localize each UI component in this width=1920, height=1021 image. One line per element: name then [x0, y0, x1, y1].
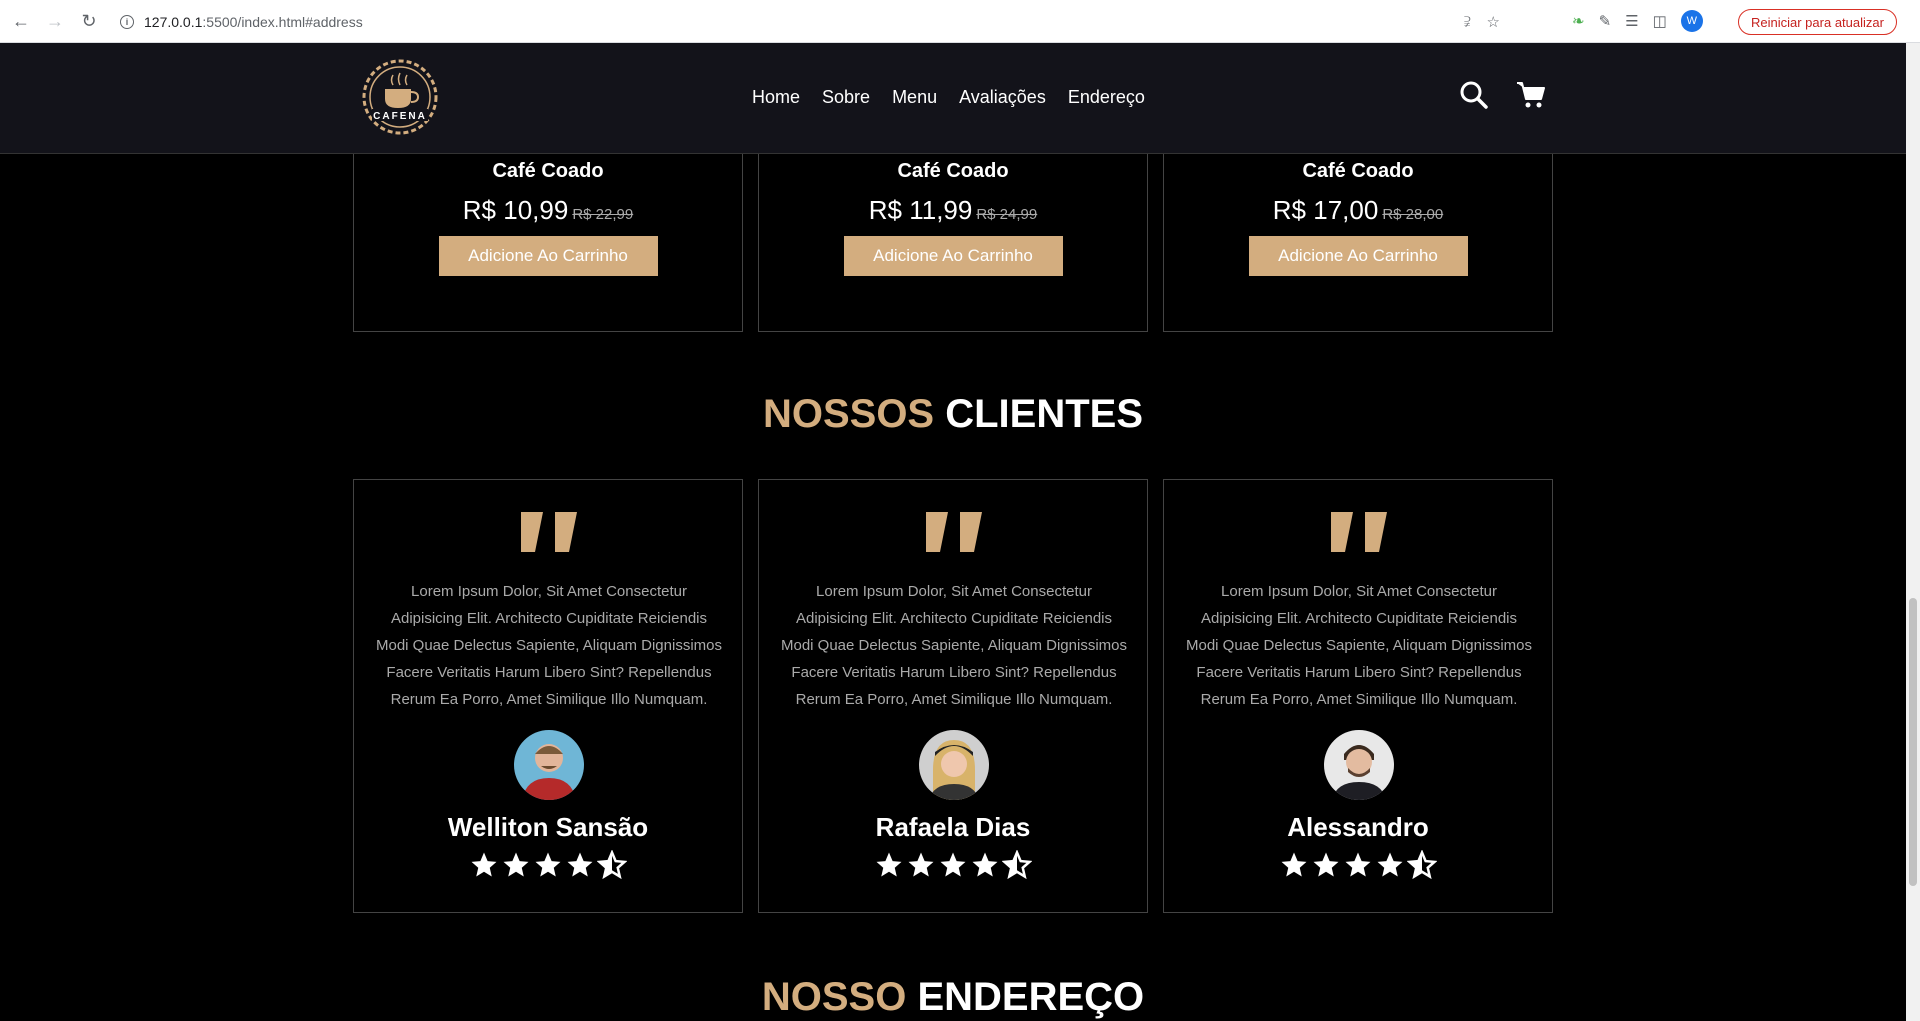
share-icon[interactable]: ⫌	[1464, 13, 1471, 30]
site-info-icon[interactable]: i	[120, 14, 134, 29]
review-card: Lorem Ipsum Dolor, Sit Amet Consectetur …	[758, 479, 1148, 913]
logo-text: CAFENA	[373, 111, 427, 122]
quote-icon	[521, 512, 577, 552]
product-old-price: R$ 24,99	[976, 206, 1038, 223]
url-path: :5500/index.html#address	[202, 13, 363, 30]
product-old-price: R$ 28,00	[1382, 206, 1444, 223]
star-icon	[1313, 852, 1339, 877]
review-text: Lorem Ipsum Dolor, Sit Amet Consectetur …	[375, 583, 722, 708]
product-card: Café Coado R$ 11,99 R$ 24,99 Adicione Ao …	[758, 154, 1148, 332]
star-icon	[535, 852, 561, 877]
address-bar[interactable]: i 127.0.0.1:5500/index.html#address ⫌ ☆	[110, 6, 1510, 37]
product-name: Café Coado	[1302, 160, 1414, 182]
review-text: Lorem Ipsum Dolor, Sit Amet Consectetur …	[1185, 583, 1532, 708]
main-nav: Home Sobre Menu Avaliações Endereço	[752, 87, 1145, 108]
product-price: R$ 11,99	[868, 195, 973, 225]
star-half-icon	[1002, 850, 1032, 880]
client-avatar	[514, 730, 584, 800]
star-icon	[567, 852, 593, 877]
client-name: Welliton Sansão	[447, 812, 649, 842]
star-half-icon	[1407, 850, 1437, 880]
nav-home[interactable]: Home	[752, 87, 800, 108]
back-icon[interactable]: ←	[8, 8, 34, 34]
star-icon	[908, 852, 934, 877]
add-to-cart-button[interactable]: Adicione Ao Carrinho	[438, 236, 658, 276]
nav-endereco[interactable]: Endereço	[1068, 87, 1145, 108]
reviews-title-rest: CLIENTES	[945, 392, 1144, 436]
review-card: Lorem Ipsum Dolor, Sit Amet Consectetur …	[1163, 479, 1553, 913]
star-icon	[940, 852, 966, 877]
quote-icon	[1331, 512, 1387, 552]
star-rating	[1164, 850, 1552, 880]
product-name: Café Coado	[492, 160, 604, 182]
bookmark-star-icon[interactable]: ☆	[1487, 13, 1500, 31]
extension-leaf-icon[interactable]: ❧	[1572, 12, 1585, 30]
review-text: Lorem Ipsum Dolor, Sit Amet Consectetur …	[780, 583, 1127, 708]
product-price: R$ 10,99	[462, 195, 569, 225]
cafena-logo[interactable]: CAFENA	[352, 57, 448, 137]
product-card: Café Coado R$ 10,99 R$ 22,99 Adicione Ao …	[353, 154, 743, 332]
product-price: R$ 17,00	[1272, 195, 1379, 225]
product-card: Café Coado R$ 17,00 R$ 28,00 Adicione Ao …	[1163, 154, 1553, 332]
star-icon	[1377, 852, 1403, 877]
star-rating	[354, 850, 742, 880]
nav-sobre[interactable]: Sobre	[822, 87, 870, 108]
scrollbar-thumb[interactable]	[1909, 598, 1917, 886]
side-panel-icon[interactable]: ◫	[1653, 12, 1667, 30]
client-name: Alessandro	[1287, 812, 1429, 842]
star-icon	[471, 852, 497, 877]
address-title-accent: NOSSO	[761, 975, 907, 1019]
client-name: Rafaela Dias	[875, 812, 1031, 842]
review-card: Lorem Ipsum Dolor, Sit Amet Consectetur …	[353, 479, 743, 913]
browser-toolbar: ← → ↻ i 127.0.0.1:5500/index.html#addres…	[0, 0, 1920, 43]
star-icon	[972, 852, 998, 877]
client-avatar	[919, 730, 989, 800]
star-icon	[1345, 852, 1371, 877]
star-icon	[503, 852, 529, 877]
client-avatar	[1324, 730, 1394, 800]
forward-icon[interactable]: →	[42, 8, 68, 34]
product-old-price: R$ 22,99	[572, 206, 634, 223]
quote-icon	[926, 512, 982, 552]
reviews-section-title: NOSSOS CLIENTES	[0, 392, 1906, 437]
address-title-rest: ENDEREÇO	[917, 975, 1145, 1019]
star-half-icon	[597, 850, 627, 880]
nav-avaliacoes[interactable]: Avaliações	[959, 87, 1046, 108]
cart-icon[interactable]	[1516, 81, 1546, 109]
nav-menu[interactable]: Menu	[892, 87, 937, 108]
update-button[interactable]: Reiniciar para atualizar	[1738, 9, 1897, 35]
address-section-title: NOSSO ENDEREÇO	[0, 975, 1906, 1020]
profile-avatar[interactable]: W	[1680, 10, 1703, 32]
star-icon	[876, 852, 902, 877]
page-scrollbar[interactable]	[1906, 43, 1920, 1021]
reload-icon[interactable]: ↻	[76, 8, 102, 34]
media-queue-icon[interactable]: ☰	[1625, 12, 1638, 30]
star-rating	[759, 850, 1147, 880]
extensions-puzzle-icon[interactable]: ✎	[1599, 12, 1612, 30]
url-host: 127.0.0.1	[144, 13, 203, 30]
search-icon[interactable]	[1460, 81, 1488, 109]
reviews-title-accent: NOSSOS	[762, 392, 935, 436]
add-to-cart-button[interactable]: Adicione Ao Carrinho	[843, 236, 1063, 276]
site-header: CAFENA Home Sobre Menu Avaliações Endere…	[0, 43, 1906, 154]
product-name: Café Coado	[897, 160, 1009, 182]
add-to-cart-button[interactable]: Adicione Ao Carrinho	[1248, 236, 1468, 276]
star-icon	[1281, 852, 1307, 877]
